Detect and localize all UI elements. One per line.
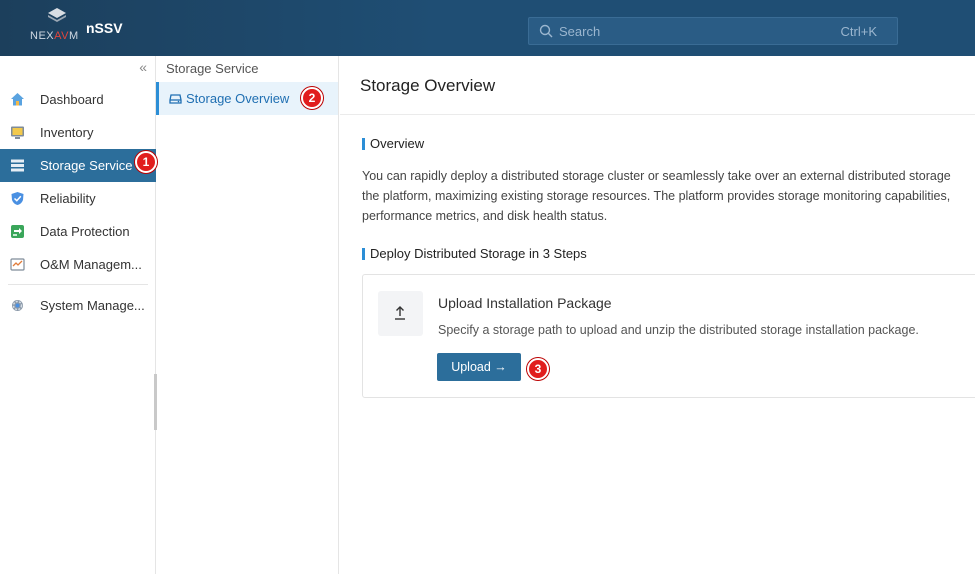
page-title: Storage Overview xyxy=(360,76,496,95)
sidebar-item-label: O&M Managem... xyxy=(40,257,142,272)
overview-line: performance metrics, and disk health sta… xyxy=(362,209,608,223)
data-protection-icon xyxy=(11,225,24,238)
sidebar-item-label: Inventory xyxy=(40,125,94,140)
app-name: nSSV xyxy=(86,20,123,36)
upload-icon xyxy=(395,306,405,320)
om-chart-icon xyxy=(10,258,25,271)
sub-nav-item-label: Storage Overview xyxy=(186,91,290,106)
overview-line: You can rapidly deploy a distributed sto… xyxy=(362,169,951,183)
sub-nav: Storage Service Storage Overview xyxy=(156,56,339,574)
step-title: Upload Installation Package xyxy=(438,295,612,311)
sidebar-item-label: Storage Service xyxy=(40,158,133,173)
sidebar-item-dashboard[interactable]: Dashboard xyxy=(0,83,156,116)
logo-wordmark: NEXAVM xyxy=(30,30,79,42)
sidebar-item-label: Dashboard xyxy=(40,92,104,107)
sidebar-item-label: Reliability xyxy=(40,191,96,206)
sidebar-item-label: System Manage... xyxy=(40,298,145,313)
search-shortcut: Ctrl+K xyxy=(840,24,877,39)
deploy-heading: Deploy Distributed Storage in 3 Steps xyxy=(362,246,587,261)
sidebar-item-data-protection[interactable]: Data Protection xyxy=(0,215,156,248)
sidebar: « Dashboard Inventory Storage Service Re… xyxy=(0,56,157,574)
main-content: Storage Overview Overview You can rapidl… xyxy=(340,56,975,574)
sidebar-item-reliability[interactable]: Reliability xyxy=(0,182,156,215)
storage-icon xyxy=(11,159,24,172)
app-logo[interactable]: NEXAVM xyxy=(30,8,90,48)
step-badge-2: 2 xyxy=(301,87,323,109)
step-card-upload: Upload Installation Package Specify a st… xyxy=(362,274,975,398)
home-icon xyxy=(11,93,24,106)
title-divider xyxy=(340,114,975,115)
step-badge-3: 3 xyxy=(527,358,549,380)
shield-icon xyxy=(11,192,24,205)
overview-description: You can rapidly deploy a distributed sto… xyxy=(362,166,975,226)
search-placeholder: Search xyxy=(559,24,601,39)
sidebar-item-om-management[interactable]: O&M Managem... xyxy=(0,248,156,281)
step-description: Specify a storage path to upload and unz… xyxy=(438,323,919,337)
upload-icon-box xyxy=(378,291,423,336)
logo-icon xyxy=(48,8,66,22)
search-icon xyxy=(539,24,553,38)
gear-icon xyxy=(12,300,23,311)
sidebar-item-inventory[interactable]: Inventory xyxy=(0,116,156,149)
overview-line: the platform, maximizing existing storag… xyxy=(362,189,951,203)
sidebar-divider xyxy=(8,284,148,285)
sub-nav-heading: Storage Service xyxy=(166,61,259,76)
collapse-sidebar-button[interactable]: « xyxy=(139,59,147,75)
overview-heading: Overview xyxy=(362,136,424,151)
monitor-icon xyxy=(11,126,24,139)
top-bar: NEXAVM nSSV Search Ctrl+K xyxy=(0,0,975,56)
step-badge-1: 1 xyxy=(135,151,157,173)
sidebar-item-label: Data Protection xyxy=(40,224,130,239)
upload-button[interactable]: Upload → xyxy=(437,353,521,381)
sidebar-item-storage-service[interactable]: Storage Service xyxy=(0,149,156,182)
storage-overview-icon xyxy=(169,94,182,104)
search-input[interactable]: Search Ctrl+K xyxy=(528,17,898,45)
sidebar-item-system-management[interactable]: System Manage... xyxy=(0,289,156,322)
sidebar-nav: Dashboard Inventory Storage Service Reli… xyxy=(0,83,156,322)
